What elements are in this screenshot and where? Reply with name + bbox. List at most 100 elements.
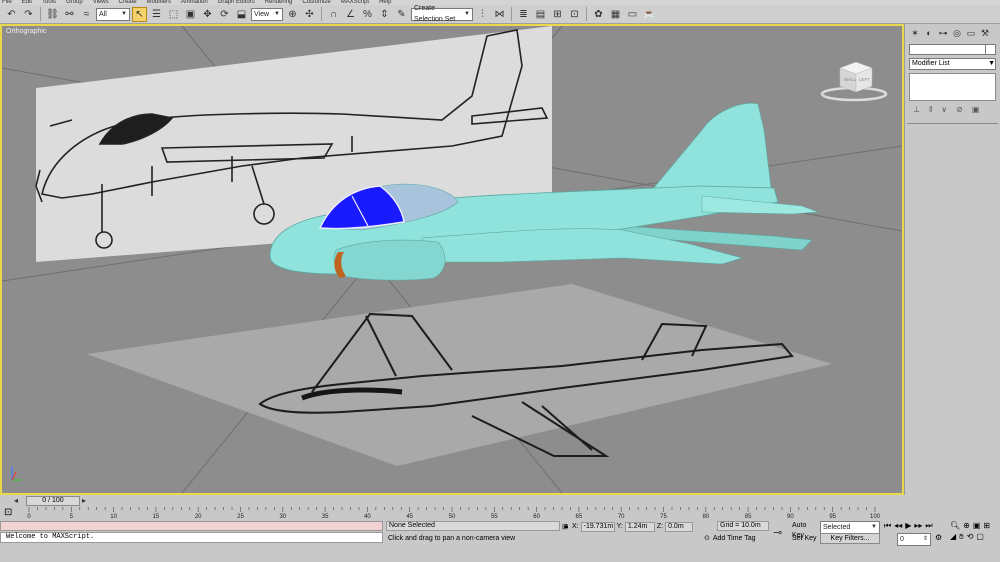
show-end-result-icon[interactable]: ‖ bbox=[929, 105, 932, 114]
go-to-start-icon[interactable]: ⏮ bbox=[884, 521, 891, 531]
spinner-icon: ⇕ bbox=[922, 536, 928, 542]
chevron-down-icon: ▼ bbox=[464, 10, 470, 17]
unlink-icon[interactable]: ⚯ bbox=[62, 7, 77, 22]
hierarchy-tab-icon[interactable]: ⊶ bbox=[937, 27, 949, 39]
percent-snap-icon[interactable]: % bbox=[360, 7, 375, 22]
zoom-icon[interactable]: 🔍︎ bbox=[950, 521, 960, 530]
undo-icon[interactable]: ↶ bbox=[4, 7, 19, 22]
selection-filter-dropdown[interactable]: All ▼ bbox=[96, 7, 130, 21]
angle-snap-icon[interactable]: ∠ bbox=[343, 7, 358, 22]
spinner-snap-icon[interactable]: ⇕ bbox=[377, 7, 392, 22]
time-configuration-icon[interactable]: ⚙ bbox=[935, 533, 942, 542]
z-coordinate-field[interactable]: 0.0m bbox=[665, 521, 694, 532]
set-key-button[interactable]: Set Key bbox=[792, 534, 820, 544]
y-coordinate-field[interactable]: 1.24m bbox=[624, 521, 655, 532]
pan-hand-icon[interactable]: ✋︎ bbox=[959, 532, 964, 542]
main-toolbar: ↶ ↷ ⛓ ⚯ ≈ All ▼ ↖ ☰ ⬚ ▣ ✥ ⟳ ⬓ View ▼ ⊕ ✣ ∩… bbox=[0, 5, 1000, 24]
layer-manager-icon[interactable]: ≣ bbox=[516, 7, 531, 22]
rendered-frame-window-icon[interactable]: ▭ bbox=[625, 7, 640, 22]
previous-frame-icon[interactable]: ◂◂ bbox=[894, 521, 902, 531]
chevron-down-icon: ▼ bbox=[121, 10, 127, 17]
play-icon[interactable]: ▶ bbox=[905, 521, 911, 531]
chevron-right-icon[interactable]: ▸ bbox=[82, 496, 86, 505]
redo-icon[interactable]: ↷ bbox=[21, 7, 36, 22]
motion-tab-icon[interactable]: ◎ bbox=[951, 27, 963, 39]
modifier-list-label: Modifier List bbox=[912, 60, 950, 67]
modify-tab-icon[interactable]: ◐ bbox=[923, 27, 935, 39]
viewcube[interactable]: WALL LEFT bbox=[820, 61, 888, 102]
viewcube-wall-label: WALL bbox=[844, 77, 857, 82]
zoom-extents-icon[interactable]: ▣ bbox=[973, 521, 981, 530]
toolbar-separator bbox=[321, 7, 322, 21]
select-manipulate-icon[interactable]: ✣ bbox=[302, 7, 317, 22]
viewcube-left-label: LEFT bbox=[859, 77, 870, 82]
3dsmax-window: File Edit Tools Group Views Create Modif… bbox=[0, 0, 1000, 562]
viewport-label[interactable]: Orthographic bbox=[6, 28, 46, 35]
chevron-down-icon: ▼ bbox=[871, 524, 877, 530]
x-coordinate-field[interactable]: -19.731m bbox=[580, 521, 615, 532]
key-icon[interactable]: ⊸ bbox=[773, 526, 782, 539]
select-scale-icon[interactable]: ⬓ bbox=[234, 7, 249, 22]
time-slider[interactable]: ◂ 0 / 100 ▸ bbox=[0, 495, 1000, 507]
configure-sets-icon[interactable]: ▣ bbox=[972, 105, 980, 114]
time-tag-icon[interactable]: ⊙ bbox=[704, 534, 710, 544]
orthographic-viewport[interactable]: Orthographic WALL LEFT bbox=[0, 24, 904, 495]
current-frame-field[interactable]: 0 ⇕ bbox=[897, 533, 931, 546]
time-slider-thumb[interactable]: 0 / 100 bbox=[26, 496, 80, 506]
orbit-icon[interactable]: ⟲ bbox=[967, 532, 974, 542]
next-frame-icon[interactable]: ▸▸ bbox=[914, 521, 922, 531]
toolbar-separator bbox=[511, 7, 512, 21]
make-unique-icon[interactable]: ∨ bbox=[941, 105, 947, 114]
chevron-left-icon[interactable]: ◂ bbox=[14, 496, 18, 505]
select-move-icon[interactable]: ✥ bbox=[200, 7, 215, 22]
field-of-view-icon[interactable]: ◢ bbox=[950, 532, 956, 542]
create-tab-icon[interactable]: ✶ bbox=[909, 27, 921, 39]
named-selection-dropdown[interactable]: Create Selection Set ▼ bbox=[411, 5, 473, 23]
bind-spacewarp-icon[interactable]: ≈ bbox=[79, 7, 94, 22]
zoom-extents-all-icon[interactable]: ⊞ bbox=[983, 521, 990, 530]
object-color-swatch[interactable] bbox=[985, 45, 995, 54]
selection-region-icon[interactable]: ⬚ bbox=[166, 7, 181, 22]
select-object-icon[interactable]: ↖ bbox=[132, 6, 147, 22]
y-label: Y: bbox=[616, 523, 623, 530]
pin-stack-icon[interactable]: ⊥ bbox=[913, 105, 920, 114]
mirror-icon[interactable]: ⫶ bbox=[475, 7, 490, 22]
edit-named-selection-icon[interactable]: ✎ bbox=[394, 7, 409, 22]
link-icon[interactable]: ⛓ bbox=[45, 7, 60, 22]
playback-controls: ⏮ ◂◂ ▶ ▸▸ ⏭ bbox=[884, 521, 933, 531]
schematic-view-icon[interactable]: ⊡ bbox=[567, 7, 582, 22]
snaps-toggle-icon[interactable]: ∩ bbox=[326, 7, 341, 22]
material-editor-icon[interactable]: ✿ bbox=[591, 7, 606, 22]
select-rotate-icon[interactable]: ⟳ bbox=[217, 7, 232, 22]
auto-key-button[interactable]: Auto Key bbox=[792, 521, 820, 539]
align-icon[interactable]: ⋈ bbox=[492, 7, 507, 22]
select-by-name-icon[interactable]: ☰ bbox=[149, 7, 164, 22]
modifier-list-dropdown[interactable]: Modifier List ▼ bbox=[909, 58, 996, 70]
curve-editor-icon[interactable]: ⊞ bbox=[550, 7, 565, 22]
axis-tripod-icon bbox=[11, 466, 22, 481]
maxscript-listener-output[interactable] bbox=[0, 521, 383, 531]
maxscript-listener-input[interactable]: Welcome to MAXScript. bbox=[0, 532, 383, 543]
add-time-tag-button[interactable]: Add Time Tag bbox=[713, 534, 756, 544]
coordinate-display: ⊞ X: -19.731m Y: 1.24m Z: 0.0m bbox=[562, 521, 694, 532]
zoom-all-icon[interactable]: ⊕ bbox=[963, 521, 970, 530]
reference-coordinate-dropdown[interactable]: View ▼ bbox=[251, 7, 283, 21]
time-tag-area: ⊙ Add Time Tag bbox=[704, 534, 756, 544]
utilities-tab-icon[interactable]: ⚒ bbox=[979, 27, 991, 39]
render-setup-icon[interactable]: ▦ bbox=[608, 7, 623, 22]
display-tab-icon[interactable]: ▭ bbox=[965, 27, 977, 39]
pivot-center-icon[interactable]: ⊕ bbox=[285, 7, 300, 22]
maximize-viewport-icon[interactable]: ▢ bbox=[976, 532, 984, 542]
key-filters-button[interactable]: Key Filters... bbox=[820, 533, 880, 544]
object-name-field[interactable] bbox=[909, 44, 996, 55]
graphite-ribbon-icon[interactable]: ▤ bbox=[533, 7, 548, 22]
absolute-mode-icon[interactable]: ⊞ bbox=[562, 523, 570, 531]
window-crossing-icon[interactable]: ▣ bbox=[183, 7, 198, 22]
stack-buttons: ⊥ ‖ ∨ ⊘ ▣ bbox=[905, 102, 1000, 117]
track-bar[interactable]: ⊡ 0 5 10 15 20 25 30 35 40 45 50 55 60 65 70 75 80 85 90 95… bbox=[0, 507, 1000, 520]
render-production-icon[interactable]: ☕ bbox=[642, 7, 657, 22]
viewport-scene: WALL LEFT bbox=[2, 26, 902, 493]
modifier-stack[interactable] bbox=[909, 73, 996, 101]
go-to-end-icon[interactable]: ⏭ bbox=[925, 521, 932, 531]
remove-modifier-icon[interactable]: ⊘ bbox=[956, 105, 963, 114]
